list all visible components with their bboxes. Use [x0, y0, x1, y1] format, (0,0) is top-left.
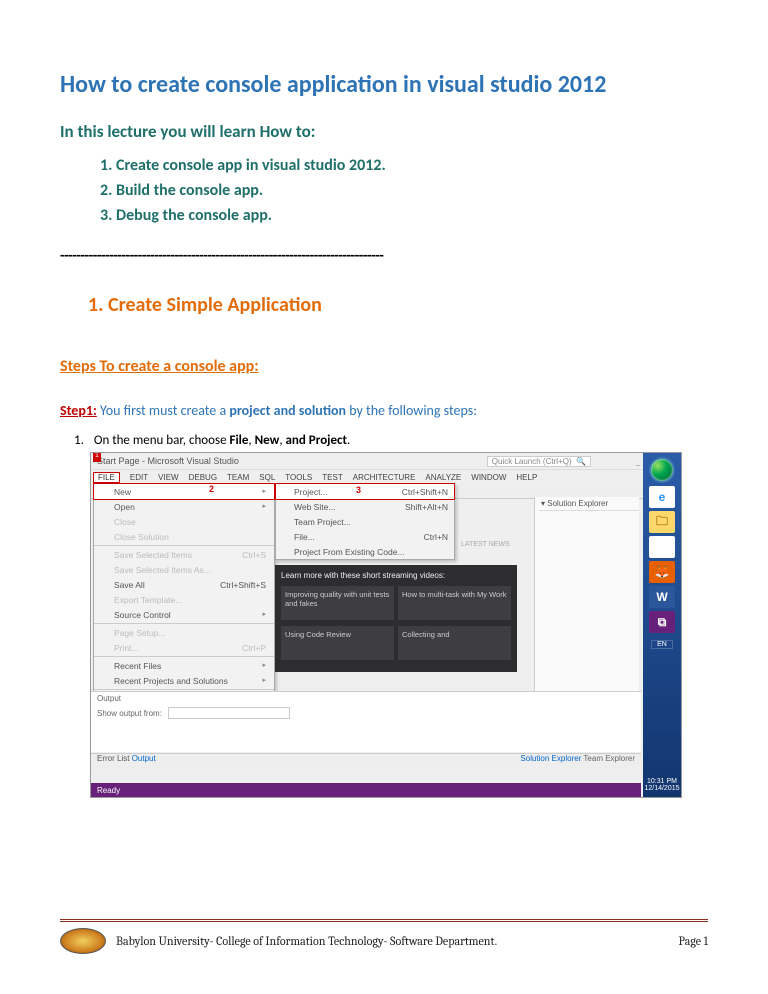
output-source-dropdown[interactable] — [168, 707, 290, 719]
step1-label: Step1: — [60, 402, 97, 419]
tab-output[interactable]: Output — [132, 754, 156, 763]
instr-number: 1. — [74, 433, 84, 448]
status-text: Ready — [97, 786, 120, 795]
video-tile[interactable]: Collecting and — [398, 626, 511, 660]
file-menu-item[interactable]: Open▸ — [94, 499, 274, 514]
vs-menubar: 1FILE EDIT VIEW DEBUG TEAM SQL TOOLS TES… — [91, 470, 681, 484]
callout-2: 2 — [209, 484, 214, 494]
language-indicator[interactable]: EN — [651, 640, 673, 649]
step1-bold: project and solution — [229, 402, 346, 419]
step1-line: Step1: You first must create a project a… — [60, 402, 708, 419]
instruction-1: 1.On the menu bar, choose File, New, and… — [74, 433, 708, 448]
video-tile[interactable]: Improving quality with unit tests and fa… — [281, 586, 394, 620]
instr-b1: File — [229, 433, 248, 448]
video-tile[interactable]: How to multi-task with My Work — [398, 586, 511, 620]
bottom-tabs: Error List Output Solution Explorer Team… — [91, 753, 641, 768]
visual-studio-icon[interactable]: ⧉ — [649, 611, 675, 633]
new-submenu-item[interactable]: Project...Ctrl+Shift+N3 — [275, 483, 455, 500]
vs-titlebar: Start Page - Microsoft Visual Studio _ □… — [91, 453, 681, 470]
output-tab-label: Output — [91, 692, 641, 705]
menu-window[interactable]: WINDOW — [471, 473, 506, 482]
file-dropdown: New▸2Open▸CloseClose Solution Save Select… — [93, 483, 275, 707]
quick-launch-placeholder: Quick Launch (Ctrl+Q) — [492, 457, 572, 466]
toc-item: 2. Build the console app. — [100, 181, 708, 200]
instr-b3: and Project — [286, 433, 348, 448]
file-menu-item: Save Selected ItemsCtrl+S — [94, 547, 274, 562]
callout-1: 1 — [93, 452, 101, 462]
menu-sql[interactable]: SQL — [259, 473, 275, 482]
step1-after: by the following steps: — [346, 402, 477, 419]
new-submenu-item[interactable]: Web Site...Shift+Alt+N — [276, 499, 454, 514]
explorer-icon[interactable]: 🗀 — [649, 511, 675, 533]
new-submenu: Project...Ctrl+Shift+N3Web Site...Shift+… — [275, 483, 455, 560]
file-menu-item: Print...Ctrl+P — [94, 640, 274, 655]
file-menu-item: Close Solution — [94, 529, 274, 544]
file-menu-item: Close — [94, 514, 274, 529]
menu-test[interactable]: TEST — [322, 473, 342, 482]
toc-list: 1. Create console app in visual studio 2… — [60, 156, 708, 225]
doc-title: How to create console application in vis… — [60, 70, 708, 99]
toc-item: 1. Create console app in visual studio 2… — [100, 156, 708, 175]
file-menu-item[interactable]: Save AllCtrl+Shift+S — [94, 577, 274, 592]
menu-team[interactable]: TEAM — [227, 473, 249, 482]
firefox-icon[interactable]: 🦊 — [649, 561, 675, 583]
start-button-icon[interactable] — [649, 457, 675, 483]
tab-error-list[interactable]: Error List — [97, 754, 129, 763]
section-heading: 1. Create Simple Application — [88, 293, 708, 317]
video-panel-heading: Learn more with these short streaming vi… — [281, 571, 511, 580]
start-video-panel: Learn more with these short streaming vi… — [275, 565, 517, 672]
file-menu-item[interactable]: New▸2 — [93, 483, 275, 500]
solution-explorer-header: ▾ Solution Explorer — [539, 497, 639, 511]
instr-pre: On the menu bar, choose — [94, 433, 230, 448]
output-show-label: Show output from: — [97, 709, 162, 718]
toc-item: 3. Debug the console app. — [100, 206, 708, 225]
tab-team-explorer[interactable]: Team Explorer — [583, 754, 635, 763]
steps-heading: Steps To create a console app: — [60, 357, 708, 376]
quick-launch[interactable]: Quick Launch (Ctrl+Q) 🔍 — [487, 456, 591, 467]
menu-tools[interactable]: TOOLS — [285, 473, 312, 482]
footer-org: Babylon University- College of Informati… — [116, 934, 497, 948]
instr-b2: New — [255, 433, 280, 448]
university-logo-icon — [60, 928, 106, 954]
menu-file[interactable]: 1FILE — [93, 472, 120, 483]
new-submenu-item[interactable]: Team Project... — [276, 514, 454, 529]
screenshot-visual-studio: Start Page - Microsoft Visual Studio _ □… — [90, 452, 682, 798]
menu-edit[interactable]: EDIT — [130, 473, 148, 482]
taskbar-time: 10:31 PM — [644, 778, 679, 786]
callout-3: 3 — [356, 485, 361, 495]
chrome-icon[interactable]: ◉ — [649, 536, 675, 558]
menu-debug[interactable]: DEBUG — [189, 473, 217, 482]
windows-taskbar: e 🗀 ◉ 🦊 W ⧉ EN 10:31 PM 12/14/2015 — [643, 453, 681, 797]
tab-solution-explorer[interactable]: Solution Explorer — [520, 754, 581, 763]
minimize-icon[interactable]: _ — [633, 457, 643, 466]
vs-status-bar: Ready — [91, 783, 641, 797]
step1-text: You first must create a — [97, 402, 229, 419]
file-menu-item: Page Setup... — [94, 625, 274, 640]
word-icon[interactable]: W — [649, 586, 675, 608]
file-menu-item: Save Selected Items As... — [94, 562, 274, 577]
latest-news-label: LATEST NEWS — [461, 541, 510, 548]
divider: ----------------------------------------… — [60, 247, 708, 265]
taskbar-clock[interactable]: 10:31 PM 12/14/2015 — [644, 776, 679, 797]
vs-window-title: Start Page - Microsoft Visual Studio — [97, 456, 239, 466]
file-menu-item[interactable]: Recent Projects and Solutions▸ — [94, 673, 274, 688]
file-menu-item[interactable]: Source Control▸ — [94, 607, 274, 622]
output-pane: Output Show output from: — [91, 691, 641, 752]
menu-architecture[interactable]: ARCHITECTURE — [353, 473, 416, 482]
new-submenu-item[interactable]: Project From Existing Code... — [276, 544, 454, 559]
menu-analyze[interactable]: ANALYZE — [425, 473, 461, 482]
new-submenu-item[interactable]: File...Ctrl+N — [276, 529, 454, 544]
page-footer: Babylon University- College of Informati… — [60, 919, 708, 954]
taskbar-date: 12/14/2015 — [644, 785, 679, 793]
menu-help[interactable]: HELP — [516, 473, 537, 482]
doc-subtitle: In this lecture you will learn How to: — [60, 121, 708, 142]
ie-icon[interactable]: e — [649, 486, 675, 508]
video-tile[interactable]: Using Code Review — [281, 626, 394, 660]
file-menu-item: Export Template... — [94, 592, 274, 607]
menu-view[interactable]: VIEW — [158, 473, 178, 482]
footer-page: Page 1 — [679, 934, 708, 948]
file-menu-item[interactable]: Recent Files▸ — [94, 658, 274, 673]
